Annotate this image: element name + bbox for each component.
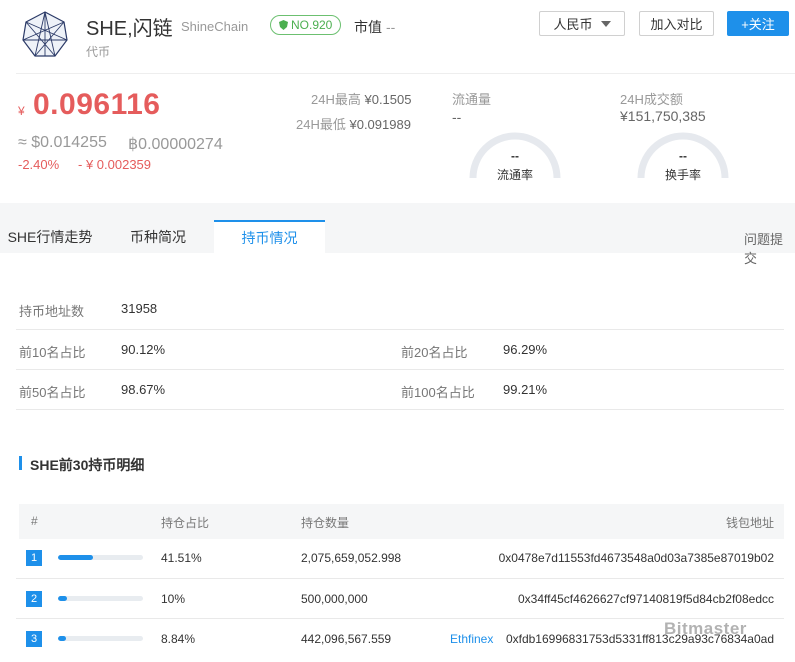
- price-currency-symbol: ¥: [18, 104, 25, 118]
- row-divider: [16, 369, 784, 370]
- top100-value: 99.21%: [503, 382, 548, 397]
- circulation-rate-label: 流通率: [496, 168, 533, 182]
- top20-value: 96.29%: [503, 342, 548, 357]
- top20-label: 前20名占比: [401, 345, 468, 360]
- rank-text: NO.920: [291, 18, 333, 32]
- tab-market-trend[interactable]: SHE行情走势: [0, 220, 100, 253]
- watermark: Bitmaster: [664, 619, 747, 638]
- volume-value: ¥151,750,385: [620, 108, 706, 124]
- circulation-value: --: [452, 109, 462, 125]
- low-24h: 24H最低 ¥0.091989: [296, 114, 411, 133]
- tab-coin-overview[interactable]: 币种简况: [112, 220, 204, 253]
- column-header-share: 持仓占比: [161, 516, 210, 530]
- top100-label: 前100名占比: [401, 385, 475, 400]
- currency-label: 人民币: [553, 17, 593, 32]
- address-count-label: 持币地址数: [19, 304, 85, 319]
- column-header-rank: #: [31, 514, 38, 528]
- holding-amount: 442,096,567.559: [301, 632, 392, 646]
- rank-number: 2: [26, 591, 42, 607]
- header-divider: [16, 73, 795, 74]
- share-bar: [58, 596, 143, 601]
- rank-badge: NO.920: [270, 15, 342, 35]
- share-bar-fill: [58, 636, 66, 641]
- feedback-link[interactable]: 问题提交: [744, 229, 795, 267]
- low-24h-value: ¥0.091989: [349, 117, 411, 132]
- follow-button[interactable]: +关注: [727, 11, 789, 36]
- share-percent: 10%: [161, 592, 186, 606]
- turnover-rate-value: --: [679, 149, 687, 163]
- top50-value: 98.67%: [121, 382, 166, 397]
- price-btc: ฿0.00000274: [128, 136, 223, 153]
- holding-amount: 500,000,000: [301, 592, 368, 606]
- high-24h: 24H最高 ¥0.1505: [311, 89, 411, 108]
- row-divider: [16, 329, 784, 330]
- high-24h-label: 24H最高: [311, 92, 361, 107]
- price-change-amount: - ¥ 0.002359: [78, 157, 152, 172]
- section-title: SHE前30持币明细: [30, 457, 145, 473]
- circulation-label: 流通量: [452, 92, 492, 107]
- table-row[interactable]: 1 41.51% 2,075,659,052.998 0x0478e7d1155…: [19, 539, 784, 579]
- circulation-rate-value: --: [511, 149, 519, 163]
- price-usd: ≈ $0.014255: [18, 134, 107, 151]
- market-cap-label: 市值: [354, 19, 382, 35]
- volume-label: 24H成交额: [620, 92, 683, 107]
- section-marker: [19, 456, 22, 470]
- row-divider: [16, 409, 784, 410]
- share-bar-fill: [58, 596, 67, 601]
- coin-name: SHE,闪链: [86, 18, 173, 40]
- tab-holdings[interactable]: 持币情况: [214, 220, 325, 253]
- high-24h-value: ¥0.1505: [364, 92, 412, 107]
- market-cap: 市值 --: [354, 17, 395, 37]
- top10-label: 前10名占比: [19, 345, 86, 360]
- rank-number: 3: [26, 631, 42, 647]
- wallet-address[interactable]: 0x0478e7d11553fd4673548a0d03a7385e87019b…: [474, 551, 774, 565]
- holding-amount: 2,075,659,052.998: [301, 551, 402, 565]
- top10-value: 90.12%: [121, 342, 166, 357]
- table-row[interactable]: 2 10% 500,000,000 0x34ff45cf4626627cf971…: [19, 579, 784, 619]
- coin-english-name: ShineChain: [181, 19, 249, 34]
- table-header: [19, 504, 784, 539]
- wallet-address[interactable]: 0x34ff45cf4626627cf97140819f5d84cb2f08ed…: [474, 592, 774, 606]
- price-main: 0.096116: [33, 88, 161, 121]
- share-bar: [58, 636, 143, 641]
- column-header-amount: 持仓数量: [301, 516, 350, 530]
- turnover-rate-label: 换手率: [664, 168, 701, 182]
- share-bar: [58, 555, 143, 560]
- coin-logo: [22, 11, 68, 57]
- top50-label: 前50名占比: [19, 385, 86, 400]
- market-cap-value: --: [386, 19, 396, 35]
- currency-dropdown[interactable]: 人民币: [539, 11, 625, 36]
- price-change-percent: -2.40%: [18, 157, 60, 172]
- caret-down-icon: [600, 20, 611, 27]
- share-percent: 8.84%: [161, 632, 196, 646]
- share-percent: 41.51%: [161, 551, 202, 565]
- coin-type: 代币: [86, 45, 111, 59]
- share-bar-fill: [58, 555, 94, 560]
- add-compare-button[interactable]: 加入对比: [639, 11, 714, 36]
- address-count-value: 31958: [121, 301, 158, 316]
- column-header-address: 钱包地址: [726, 516, 775, 530]
- shield-icon: [279, 20, 288, 30]
- low-24h-label: 24H最低: [296, 117, 346, 132]
- rank-number: 1: [26, 550, 42, 566]
